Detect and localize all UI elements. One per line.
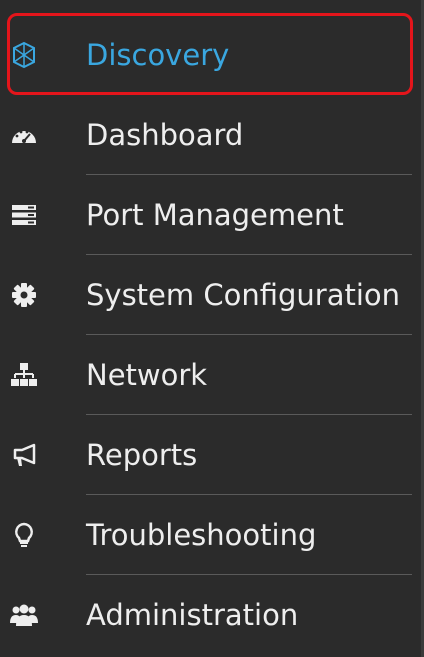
- dashboard-gauge-icon: [10, 121, 38, 149]
- discovery-icon: [10, 41, 38, 69]
- sidebar-item-label: Network: [86, 357, 208, 392]
- sidebar-menu: Discovery Dashboard Port Management Syst…: [0, 0, 424, 657]
- megaphone-icon: [10, 441, 38, 469]
- sidebar-item-port-management[interactable]: Port Management: [0, 175, 424, 255]
- sidebar-item-dashboard[interactable]: Dashboard: [0, 95, 424, 175]
- sidebar-nav: Discovery Dashboard Port Management Syst…: [0, 0, 424, 657]
- sidebar-item-label: Port Management: [86, 197, 344, 232]
- lightbulb-icon: [10, 521, 38, 549]
- sidebar-item-label: Reports: [86, 437, 198, 472]
- sidebar-item-label: Dashboard: [86, 117, 244, 152]
- sidebar-item-label: Discovery: [86, 37, 230, 72]
- sidebar-item-network[interactable]: Network: [0, 335, 424, 415]
- network-tree-icon: [10, 361, 38, 389]
- sidebar-item-troubleshooting[interactable]: Troubleshooting: [0, 495, 424, 575]
- port-list-icon: [10, 201, 38, 229]
- sidebar-item-administration[interactable]: Administration: [0, 575, 424, 655]
- sidebar-item-label: Troubleshooting: [86, 517, 317, 552]
- sidebar-item-label: Administration: [86, 597, 299, 632]
- sidebar-item-system-configuration[interactable]: System Configuration: [0, 255, 424, 335]
- sidebar-item-discovery[interactable]: Discovery: [0, 15, 424, 95]
- sidebar-item-reports[interactable]: Reports: [0, 415, 424, 495]
- sidebar-item-label: System Configuration: [86, 277, 401, 312]
- gear-icon: [10, 281, 38, 309]
- users-icon: [10, 601, 38, 629]
